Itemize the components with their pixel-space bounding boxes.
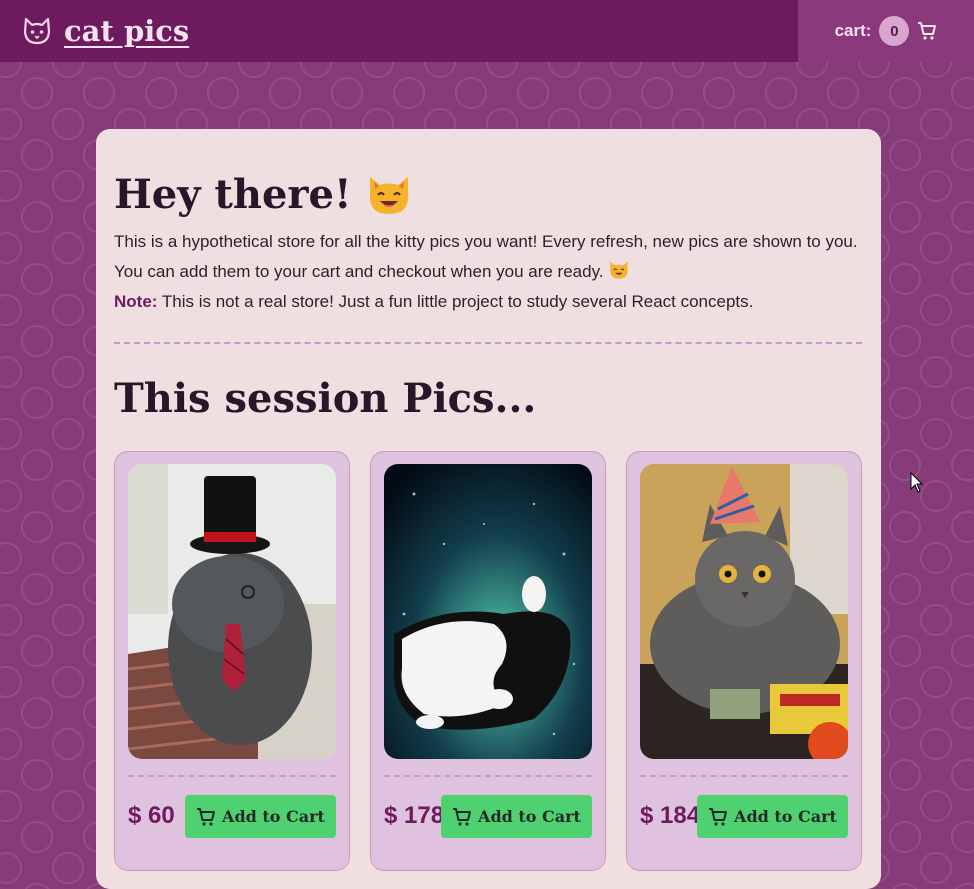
cat-party-hat-image [640,464,848,759]
product-photo[interactable] [128,464,336,759]
mouse-cursor-icon [910,472,924,493]
note-label: Note: [114,292,158,311]
product-price: $ 178 [384,802,445,829]
intro-heading: Hey there! [114,171,412,218]
intro-paragraph: This is a hypothetical store for all the… [114,227,866,317]
product-card: $ 184 Add to Cart [626,451,862,871]
cat-face-emoji [369,176,408,214]
cart-label: cart: [834,21,872,40]
product-grid: $ 60 Add to Cart $ 178 Add to Cart $ 184… [114,451,862,871]
add-to-cart-label: Add to Cart [478,807,581,826]
cart-icon [918,22,937,40]
brand-link[interactable]: cat pics [64,14,189,48]
add-to-cart-button[interactable]: Add to Cart [697,795,848,838]
add-to-cart-button[interactable]: Add to Cart [185,795,336,838]
cat-galaxy-image [384,464,592,759]
product-price: $ 184 [640,802,701,829]
card-divider [384,775,592,777]
cat-logo-icon [23,17,51,45]
cart-icon [709,807,728,826]
section-divider [114,342,862,344]
product-photo[interactable] [640,464,848,759]
intro-text: This is a hypothetical store for all the… [114,232,858,281]
cart-icon [197,807,216,826]
cart-icon [453,807,472,826]
add-to-cart-label: Add to Cart [734,807,837,826]
main-panel: Hey there! This is a hypothetical store … [96,129,881,889]
small-cat-emoji [610,261,628,279]
cat-top-hat-image [128,464,336,759]
session-heading: This session Pics... [114,375,537,422]
product-price: $ 60 [128,802,175,829]
product-card: $ 178 Add to Cart [370,451,606,871]
add-to-cart-button[interactable]: Add to Cart [441,795,592,838]
product-photo[interactable] [384,464,592,759]
note-text: This is not a real store! Just a fun lit… [161,292,754,311]
top-navigation-bar: cat pics cart: 0 [0,0,974,62]
cart-button[interactable]: cart: 0 [798,0,974,62]
intro-title: Hey there! [114,171,352,218]
card-divider [128,775,336,777]
card-divider [640,775,848,777]
cart-count-badge: 0 [879,16,910,46]
product-card: $ 60 Add to Cart [114,451,350,871]
add-to-cart-label: Add to Cart [222,807,325,826]
brand: cat pics [22,12,189,50]
